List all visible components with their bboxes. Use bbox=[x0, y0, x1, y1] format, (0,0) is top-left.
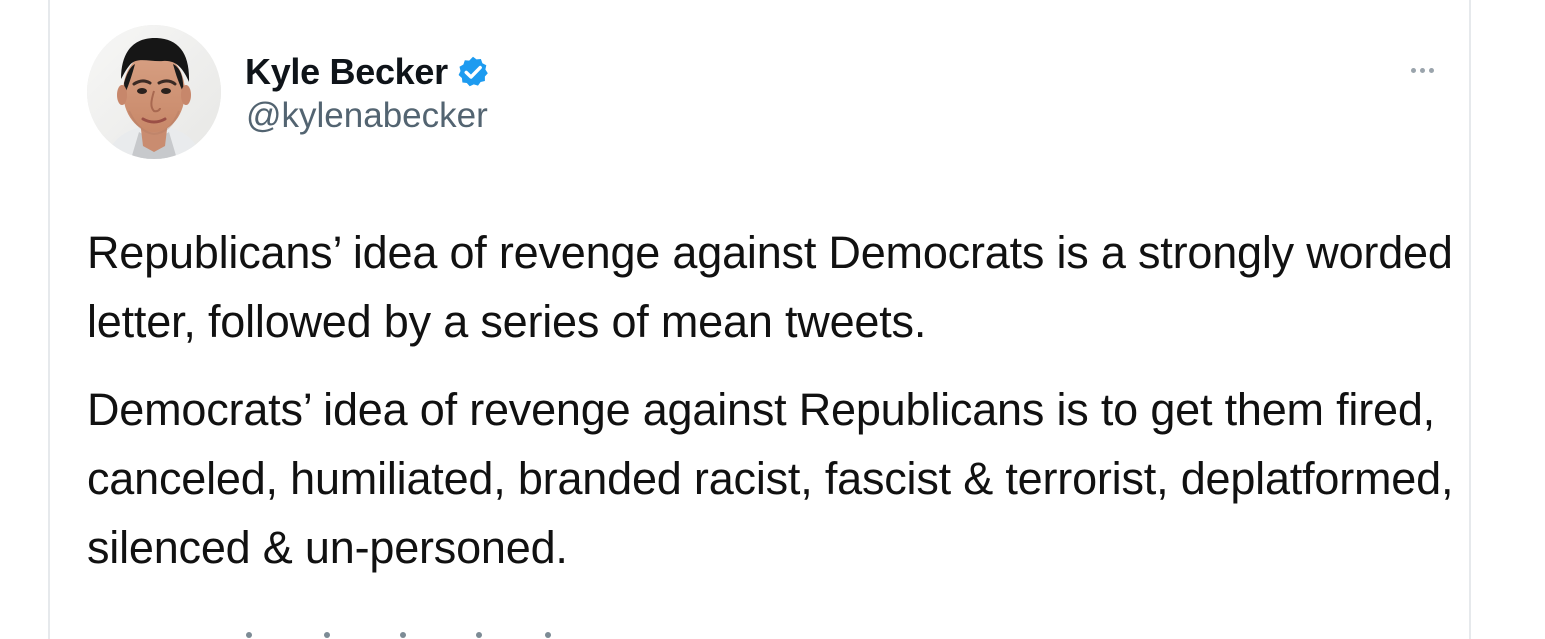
tweet-card: Kyle Becker @kylenabecker Republicans’ i… bbox=[48, 0, 1471, 639]
tweet-text: Republicans’ idea of revenge against Dem… bbox=[87, 218, 1457, 582]
tweet-screenshot-page: Kyle Becker @kylenabecker Republicans’ i… bbox=[0, 0, 1545, 639]
author-avatar[interactable] bbox=[87, 25, 221, 159]
tweet-paragraph-1: Republicans’ idea of revenge against Dem… bbox=[87, 227, 1453, 347]
author-name-row[interactable]: Kyle Becker bbox=[245, 49, 491, 94]
more-horizontal-icon-dot bbox=[1428, 67, 1434, 73]
more-horizontal-icon bbox=[1410, 67, 1416, 73]
top-cropped-content bbox=[187, 0, 267, 2]
author-handle[interactable]: @kylenabecker bbox=[246, 95, 488, 137]
author-display-name[interactable]: Kyle Becker bbox=[245, 49, 448, 94]
verified-badge-icon bbox=[458, 56, 488, 86]
more-options-button[interactable] bbox=[1402, 56, 1442, 84]
tweet-paragraph-2: Democrats’ idea of revenge against Repub… bbox=[87, 384, 1454, 573]
more-horizontal-icon-dot bbox=[1419, 67, 1425, 73]
bottom-cropped-content bbox=[246, 630, 666, 639]
